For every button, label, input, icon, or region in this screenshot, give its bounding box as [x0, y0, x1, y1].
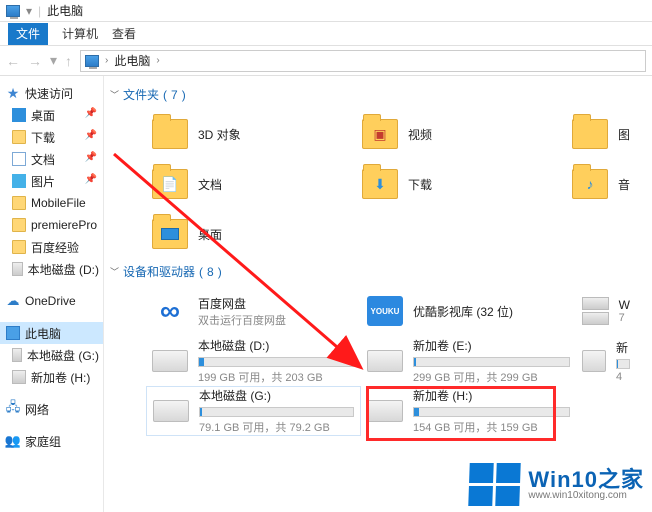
sidebar-drive-d[interactable]: 本地磁盘 (D:) [0, 258, 103, 280]
drive-usage-bar [413, 357, 570, 367]
drives-header[interactable]: ﹀ 设备和驱动器 (8) [106, 259, 648, 286]
sidebar-downloads[interactable]: 下载📌 [0, 126, 103, 148]
ribbon-tabs: 文件 计算机 查看 [0, 22, 652, 46]
baidu-netdisk-icon: ∞ [152, 296, 188, 326]
nav-history-icon[interactable]: ▾ [50, 52, 57, 69]
drive-usage-bar [199, 407, 354, 417]
pictures-icon [12, 174, 26, 188]
folder-desktop[interactable]: 桌面 [146, 209, 356, 259]
chevron-down-icon: ﹀ [110, 265, 119, 278]
drive-icon [582, 350, 606, 372]
drive-icon [582, 297, 609, 325]
folder-3d-objects[interactable]: 3D 对象 [146, 109, 356, 159]
folder-icon [152, 219, 188, 249]
file-tab[interactable]: 文件 [8, 23, 48, 45]
pin-icon: 📌 [85, 152, 97, 163]
nav-fwd-icon[interactable]: → [28, 53, 42, 69]
app-baidu-netdisk[interactable]: ∞ 百度网盘 双击运行百度网盘 [146, 286, 361, 336]
nav-up-icon[interactable]: ↑ [65, 53, 72, 69]
breadcrumb[interactable]: › 此电脑 › [80, 50, 646, 72]
drive-icon [152, 350, 188, 372]
folder-icon [12, 196, 26, 210]
nav-sidebar: ★快速访问 桌面📌 下载📌 文档📌 图片📌 MobileFile premier… [0, 76, 104, 512]
sidebar-network[interactable]: 🖧网络 [0, 398, 103, 420]
sidebar-quick-access[interactable]: ★快速访问 [0, 82, 103, 104]
homegroup-icon: 👥 [6, 434, 20, 448]
windows-logo-icon [469, 463, 522, 506]
drive-icon [12, 370, 26, 384]
nav-back-icon[interactable]: ← [6, 53, 20, 69]
folder-icon [12, 218, 26, 232]
pin-icon: 📌 [85, 130, 97, 141]
folder-icon: ⬇ [362, 169, 398, 199]
drive-usage-bar [198, 357, 355, 367]
sidebar-premierepro[interactable]: premierePro [0, 214, 103, 236]
chevron-right-icon[interactable]: › [105, 55, 108, 66]
star-icon: ★ [6, 86, 20, 100]
tab-computer[interactable]: 计算机 [62, 25, 98, 42]
sidebar-drive-g[interactable]: 本地磁盘 (G:) [0, 344, 103, 366]
app-youku[interactable]: YOUKU 优酷影视库 (32 位) [361, 286, 576, 336]
chevron-right-icon[interactable]: › [156, 55, 159, 66]
pc-icon [6, 326, 20, 340]
drive-icon [12, 262, 23, 276]
sidebar-mobilefile[interactable]: MobileFile [0, 192, 103, 214]
app-wps-edge[interactable]: W7 [576, 286, 636, 336]
folder-icon [12, 130, 26, 144]
sidebar-documents[interactable]: 文档📌 [0, 148, 103, 170]
drive-e[interactable]: 新加卷 (E:) 299 GB 可用，共 299 GB [361, 336, 576, 386]
cloud-icon: ☁ [6, 294, 20, 308]
drive-f-edge[interactable]: 新 4 [576, 336, 636, 386]
folder-videos[interactable]: ▣ 视频 [356, 109, 566, 159]
pin-icon: 📌 [85, 174, 97, 185]
folder-icon: ♪ [572, 169, 608, 199]
sidebar-desktop[interactable]: 桌面📌 [0, 104, 103, 126]
sidebar-drive-h[interactable]: 新加卷 (H:) [0, 366, 103, 388]
title-bar: ▾ | 此电脑 [0, 0, 652, 22]
watermark: Win10之家 www.win10xitong.com [469, 463, 644, 506]
drive-d[interactable]: 本地磁盘 (D:) 199 GB 可用，共 203 GB [146, 336, 361, 386]
drive-usage-bar [413, 407, 570, 417]
folder-icon [12, 240, 26, 254]
drive-icon [153, 400, 189, 422]
drive-h[interactable]: 新加卷 (H:) 154 GB 可用，共 159 GB [361, 386, 576, 436]
down-caret-icon[interactable]: ▾ [26, 4, 32, 18]
window-title: 此电脑 [47, 2, 83, 19]
tab-view[interactable]: 查看 [112, 25, 136, 42]
sidebar-baidu-exp[interactable]: 百度经验 [0, 236, 103, 258]
youku-icon: YOUKU [367, 296, 403, 326]
sidebar-this-pc[interactable]: 此电脑 [0, 322, 103, 344]
pin-icon: 📌 [85, 108, 97, 119]
network-icon: 🖧 [6, 402, 20, 416]
sidebar-pictures[interactable]: 图片📌 [0, 170, 103, 192]
document-icon [12, 152, 26, 166]
drive-icon [367, 350, 403, 372]
drive-icon [12, 348, 22, 362]
folder-downloads[interactable]: ⬇ 下载 [356, 159, 566, 209]
pc-icon [85, 55, 99, 67]
folder-pictures-edge[interactable]: 图 [566, 109, 636, 159]
folder-icon: 📄 [152, 169, 188, 199]
desktop-icon [12, 108, 26, 122]
folders-header[interactable]: ﹀ 文件夹 (7) [106, 82, 648, 109]
folder-icon [572, 119, 608, 149]
sidebar-homegroup[interactable]: 👥家庭组 [0, 430, 103, 452]
folder-music-edge[interactable]: ♪ 音 [566, 159, 636, 209]
breadcrumb-root[interactable]: 此电脑 [114, 52, 150, 69]
nav-bar: ← → ▾ ↑ › 此电脑 › [0, 46, 652, 76]
sidebar-onedrive[interactable]: ☁OneDrive [0, 290, 103, 312]
drive-icon [367, 400, 403, 422]
folder-icon: ▣ [362, 119, 398, 149]
pc-icon [6, 5, 20, 17]
folder-documents[interactable]: 📄 文档 [146, 159, 356, 209]
chevron-down-icon: ﹀ [110, 88, 119, 101]
content-pane: ﹀ 文件夹 (7) 3D 对象 ▣ 视频 图 📄 文档 ⬇ [104, 76, 652, 512]
file-tab-label: 文件 [16, 25, 40, 42]
drive-g[interactable]: 本地磁盘 (G:) 79.1 GB 可用，共 79.2 GB [146, 386, 361, 436]
folder-icon [152, 119, 188, 149]
